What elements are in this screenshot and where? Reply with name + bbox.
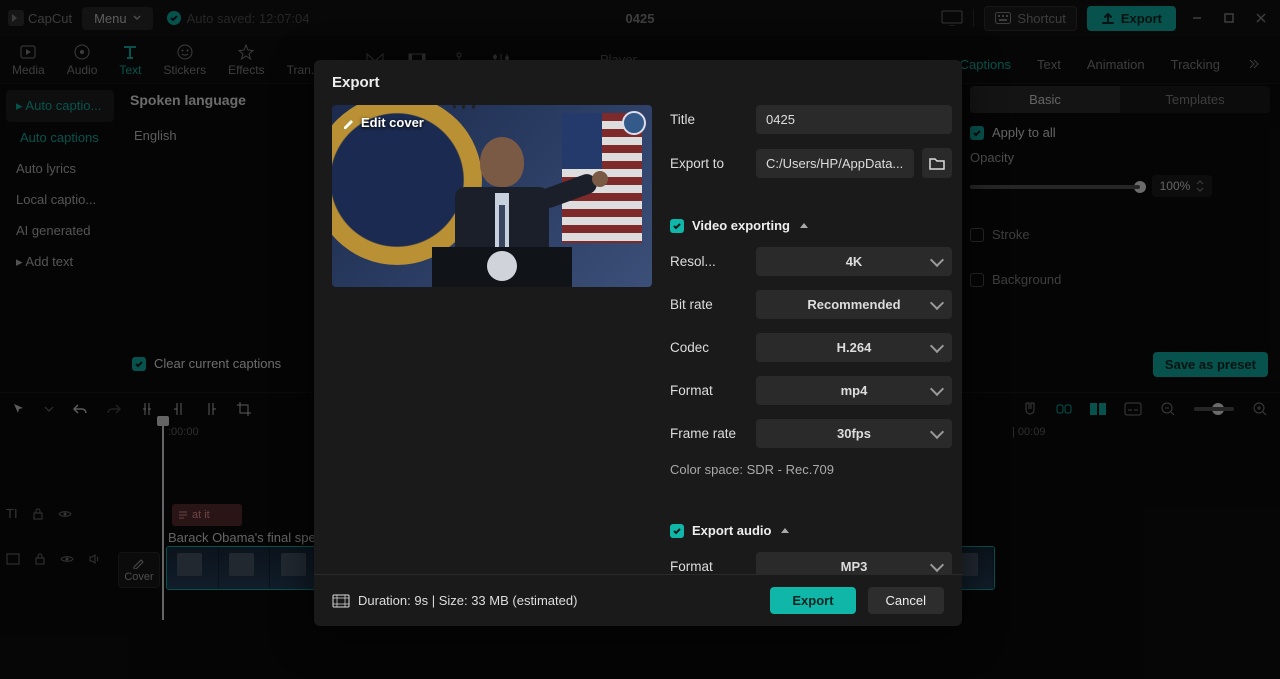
- export-cancel-button[interactable]: Cancel: [868, 587, 944, 614]
- format-label: Format: [670, 383, 746, 398]
- export-audio-label: Export audio: [692, 523, 771, 538]
- pencil-icon: [342, 116, 355, 129]
- film-icon: [332, 594, 350, 608]
- edit-cover-label: Edit cover: [361, 115, 424, 130]
- resolution-label: Resol...: [670, 254, 746, 269]
- export-audio-checkbox[interactable]: [670, 524, 684, 538]
- bitrate-label: Bit rate: [670, 297, 746, 312]
- video-exporting-section[interactable]: Video exporting: [670, 218, 952, 233]
- row-export-to: Export to C:/Users/HP/AppData...: [670, 148, 952, 178]
- export-info: Duration: 9s | Size: 33 MB (estimated): [332, 593, 577, 608]
- codec-label: Codec: [670, 340, 746, 355]
- codec-select[interactable]: H.264: [756, 333, 952, 362]
- audio-format-label: Format: [670, 559, 746, 574]
- collapse-icon: [800, 223, 808, 228]
- export-confirm-button[interactable]: Export: [770, 587, 855, 614]
- color-space-text: Color space: SDR - Rec.709: [670, 462, 952, 477]
- cover-preview[interactable]: Edit cover: [332, 105, 652, 287]
- collapse-icon: [781, 528, 789, 533]
- bitrate-select[interactable]: Recommended: [756, 290, 952, 319]
- edit-cover-button[interactable]: Edit cover: [342, 115, 424, 130]
- resolution-select[interactable]: 4K: [756, 247, 952, 276]
- title-label: Title: [670, 112, 746, 127]
- video-exporting-label: Video exporting: [692, 218, 790, 233]
- export-dialog: Export Edit cover Title Export to: [314, 60, 962, 626]
- export-to-label: Export to: [670, 156, 746, 171]
- export-info-text: Duration: 9s | Size: 33 MB (estimated): [358, 593, 577, 608]
- folder-icon: [929, 156, 945, 170]
- audio-format-select[interactable]: MP3: [756, 552, 952, 574]
- title-input[interactable]: [756, 105, 952, 134]
- browse-folder-button[interactable]: [922, 148, 952, 178]
- video-exporting-checkbox[interactable]: [670, 219, 684, 233]
- framerate-label: Frame rate: [670, 426, 746, 441]
- row-title: Title: [670, 105, 952, 134]
- format-select[interactable]: mp4: [756, 376, 952, 405]
- export-dialog-footer: Duration: 9s | Size: 33 MB (estimated) E…: [314, 574, 962, 626]
- export-audio-section[interactable]: Export audio: [670, 523, 952, 538]
- framerate-select[interactable]: 30fps: [756, 419, 952, 448]
- export-path[interactable]: C:/Users/HP/AppData...: [756, 149, 914, 178]
- export-form: Title Export to C:/Users/HP/AppData... V…: [670, 105, 958, 574]
- export-dialog-title: Export: [314, 60, 962, 105]
